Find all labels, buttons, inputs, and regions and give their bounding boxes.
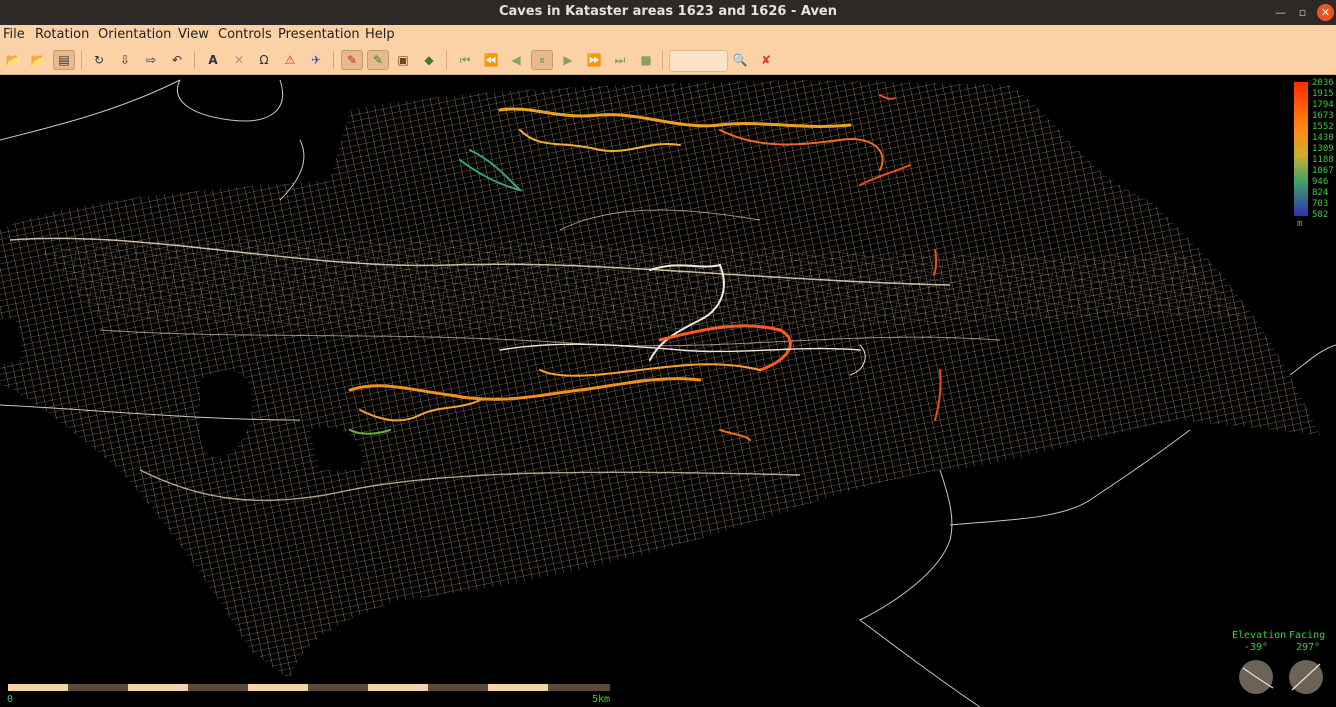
facing-label: Facing [1289,630,1325,641]
undo-icon[interactable]: ↶ [166,50,188,70]
fast-forward-icon[interactable]: ⏩ [583,50,605,70]
move-right-icon[interactable]: ⇨ [140,50,162,70]
legend-value-10: 824 [1312,188,1328,198]
legend-value-11: 703 [1312,199,1328,209]
play-back-icon[interactable]: ◀ [505,50,527,70]
legend-value-6: 1309 [1312,144,1334,154]
exported-points-icon[interactable]: ✈ [305,50,327,70]
toolbar: 📂 📂 ▤ ↻ ⇩ ⇨ ↶ A ✕ Ω ⚠ ✈ ✎ ✎ ▣ ◆ ⏮ ⏪ ◀ ⏸ … [0,46,1336,75]
underground-legs-icon[interactable]: ✎ [341,50,363,70]
legend-value-2: 1794 [1312,100,1334,110]
depth-legend: 2036 1915 1794 1673 1552 1430 1309 1188 … [1294,78,1334,229]
title-bar: Caves in Kataster areas 1623 and 1626 - … [0,0,1336,25]
search-input[interactable] [669,50,728,72]
minimize-icon[interactable]: — [1272,4,1289,21]
scale-start: 0 [7,694,13,705]
legend-value-9: 946 [1312,177,1328,187]
menu-presentation[interactable]: Presentation [278,27,360,42]
print-icon[interactable]: ▤ [53,50,75,70]
menu-controls[interactable]: Controls [218,27,272,42]
fixed-points-icon[interactable]: ⚠ [279,50,301,70]
fast-back-icon[interactable]: ⏪ [480,50,502,70]
menu-rotation[interactable]: Rotation [35,27,89,42]
legend-value-0: 2036 [1312,78,1334,88]
menu-orientation[interactable]: Orientation [98,27,171,42]
scale-end: 5km [592,694,610,705]
tubes-icon[interactable]: ▣ [392,50,414,70]
menu-file[interactable]: File [3,27,25,42]
skip-end-icon[interactable]: ⏭ [609,50,631,70]
legend-value-1: 1915 [1312,89,1334,99]
surface-legs-icon[interactable]: ✎ [367,50,389,70]
elevation-label: Elevation [1232,630,1286,641]
open-terrain-icon[interactable]: 📂 [27,50,49,70]
hide-found-icon[interactable]: ✘ [755,50,777,70]
survey-legs-icon[interactable]: A [202,50,224,70]
crosses-icon[interactable]: ✕ [228,50,250,70]
play-icon[interactable]: ▶ [557,50,579,70]
legend-unit: m [1297,219,1302,229]
legend-value-7: 1188 [1312,155,1334,165]
facing-value: 297° [1296,642,1320,653]
legend-value-3: 1673 [1312,111,1334,121]
3d-cave-view[interactable]: 2036 1915 1794 1673 1552 1430 1309 1188 … [0,75,1336,707]
close-icon[interactable]: ✕ [1317,4,1334,21]
legend-value-5: 1430 [1312,133,1334,143]
find-icon[interactable]: 🔍 [729,50,751,70]
pause-icon[interactable]: ⏸ [531,50,553,70]
stop-icon[interactable]: ■ [635,50,657,70]
skip-start-icon[interactable]: ⏮ [454,50,476,70]
elevation-value: -39° [1244,642,1268,653]
terrain-icon[interactable]: ◆ [418,50,440,70]
rotate-icon[interactable]: ↻ [88,50,110,70]
window-title: Caves in Kataster areas 1623 and 1626 - … [498,4,838,19]
menu-view[interactable]: View [178,27,209,42]
legend-value-8: 1067 [1312,166,1334,176]
menu-bar: File Rotation Orientation View Controls … [0,25,1336,46]
move-down-icon[interactable]: ⇩ [114,50,136,70]
entrances-icon[interactable]: Ω [253,50,275,70]
maximize-icon[interactable]: ▫ [1294,4,1311,21]
open-icon[interactable]: 📂 [2,50,24,70]
legend-value-12: 582 [1312,210,1328,220]
menu-help[interactable]: Help [365,27,395,42]
legend-value-4: 1552 [1312,122,1334,132]
